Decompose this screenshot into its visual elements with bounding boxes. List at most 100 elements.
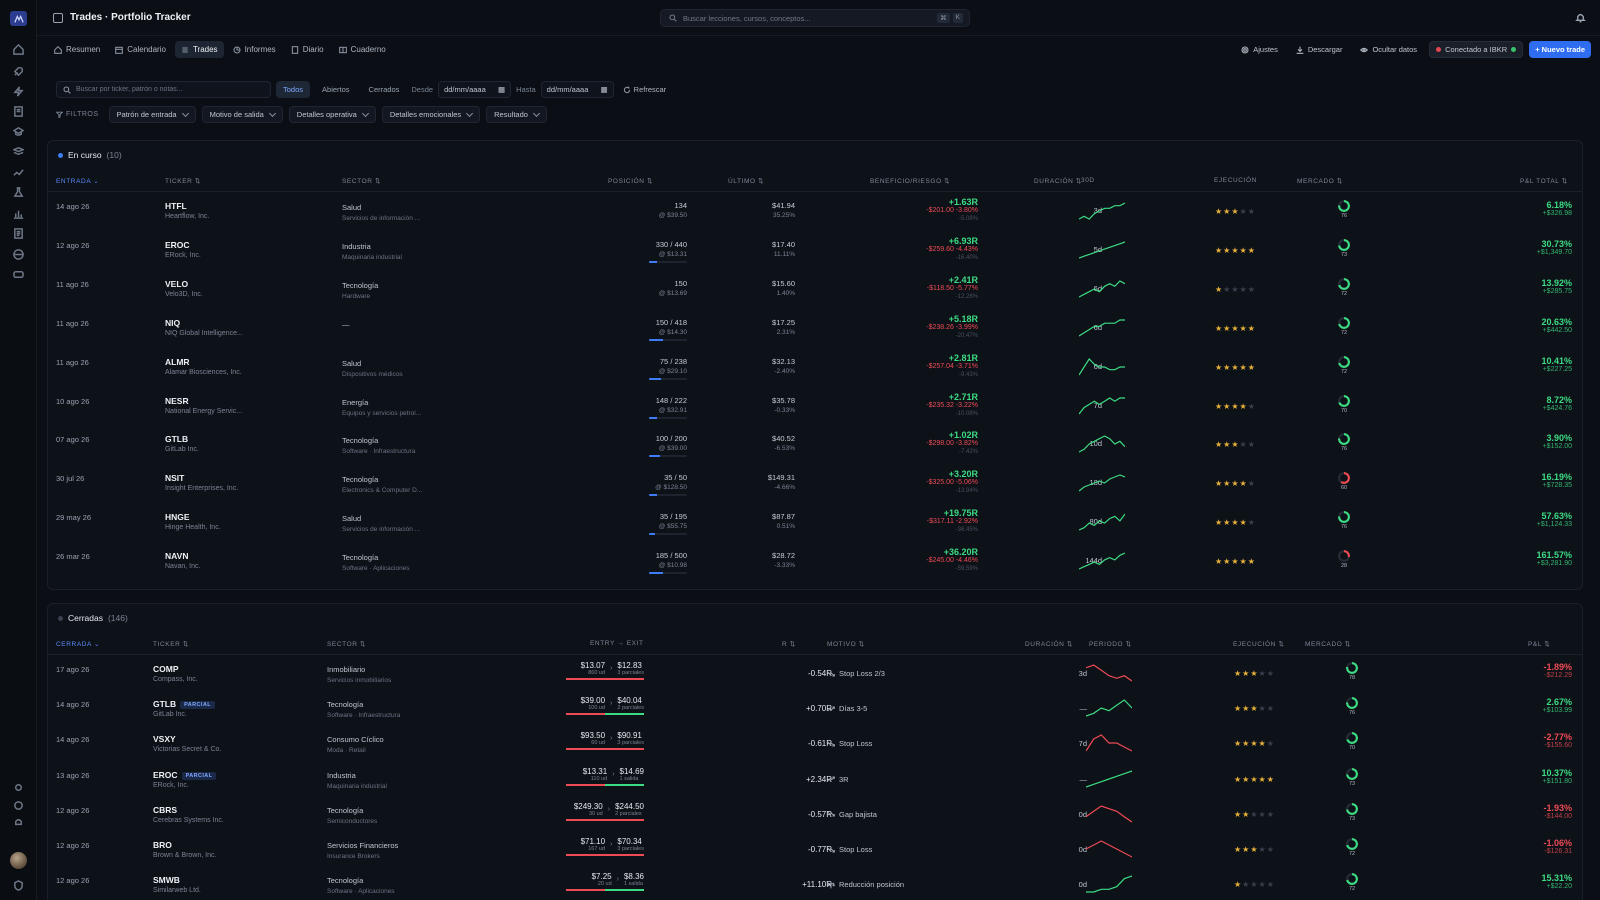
discord-icon[interactable] — [12, 268, 25, 281]
col-duracion[interactable]: DURACIÓN ⇅ — [1034, 177, 1082, 185]
segment-cerrados[interactable]: Cerrados — [362, 81, 407, 98]
ticker-cell[interactable]: GTLB GitLab Inc. — [165, 434, 199, 453]
ticker-cell[interactable]: ALMR Alamar Biosciences, Inc. — [165, 357, 242, 376]
ticker-cell[interactable]: CBRS Cerebras Systems Inc. — [153, 805, 224, 824]
trade-search[interactable] — [56, 81, 271, 98]
tab-trades[interactable]: Trades — [174, 41, 224, 58]
tab-informes[interactable]: Informes — [227, 41, 282, 58]
table-row[interactable]: 12 ago 26 EROC ERock, Inc. Industria Maqui… — [48, 232, 1582, 272]
col-duracion[interactable]: DURACIÓN ⇅ — [1025, 640, 1073, 648]
col-pnl[interactable]: P&L ⇅ — [1528, 640, 1550, 648]
col-ejecucion[interactable]: EJECUCIÓN ⇅ — [1233, 640, 1284, 648]
date-from-input[interactable]: dd/mm/aaaa ▦ — [438, 81, 512, 98]
new-trade-button[interactable]: + Nuevo trade — [1529, 41, 1591, 58]
table-row[interactable]: 14 ago 26 GTLB PARCIAL GitLab Inc. Tecnolo… — [48, 691, 1582, 731]
graduation-cap-icon[interactable] — [12, 125, 25, 138]
col-motivo[interactable]: MOTIVO ⇅ — [827, 640, 865, 648]
ticker-cell[interactable]: BRO Brown & Brown, Inc. — [153, 840, 216, 859]
ticker-cell[interactable]: VSXY Victorias Secret & Co. — [153, 734, 221, 753]
table-row[interactable]: 14 ago 26 HTFL Heartflow, Inc. Salud Servi… — [48, 193, 1582, 233]
ticker-cell[interactable]: NIQ NIQ Global Intelligence... — [165, 318, 243, 337]
trend-icon[interactable] — [12, 166, 25, 179]
col-sector[interactable]: SECTOR ⇅ — [342, 177, 381, 185]
col-ticker[interactable]: TICKER ⇅ — [165, 177, 201, 185]
ibkr-connection[interactable]: Conectado a IBKR — [1429, 41, 1524, 58]
ticker-cell[interactable]: NAVN Navan, Inc. — [165, 551, 200, 570]
search-input[interactable] — [683, 13, 943, 23]
ticker-cell[interactable]: EROC PARCIAL ERock, Inc. — [153, 770, 217, 789]
table-row[interactable]: 17 ago 26 COMP Compass, Inc. Inmobiliario… — [48, 656, 1582, 696]
app-logo[interactable] — [10, 11, 27, 26]
table-row[interactable]: 12 ago 26 CBRS Cerebras Systems Inc. Tecn… — [48, 797, 1582, 837]
tab-cuaderno[interactable]: Cuaderno — [333, 41, 392, 58]
notifications-button[interactable] — [1575, 12, 1586, 25]
table-row[interactable]: 14 ago 26 VSXY Victorias Secret & Co. Con… — [48, 726, 1582, 766]
ticker-cell[interactable]: NESR National Energy Servic... — [165, 396, 242, 415]
ticker-cell[interactable]: NSIT Insight Enterprises, Inc. — [165, 473, 238, 492]
col-sector[interactable]: SECTOR ⇅ — [327, 640, 366, 648]
sidebar-toggle-icon[interactable] — [53, 12, 63, 23]
ticker-cell[interactable]: HNGE Hinge Health, Inc. — [165, 512, 221, 531]
document-icon[interactable] — [12, 227, 25, 240]
col-ticker[interactable]: TICKER ⇅ — [153, 640, 189, 648]
ticker-cell[interactable]: EROC ERock, Inc. — [165, 240, 201, 259]
bar-chart-icon[interactable] — [12, 207, 25, 220]
table-row[interactable]: 30 jul 26 NSIT Insight Enterprises, Inc. … — [48, 465, 1582, 505]
table-row[interactable]: 10 ago 26 NESR National Energy Servic... … — [48, 388, 1582, 428]
col-ultimo[interactable]: ÚLTIMO ⇅ — [728, 177, 764, 185]
table-row[interactable]: 29 may 26 HNGE Hinge Health, Inc. Salud Se… — [48, 504, 1582, 544]
global-search[interactable]: ⌘K — [660, 9, 970, 27]
globe-icon[interactable] — [12, 248, 25, 261]
ticker-cell[interactable]: COMP Compass, Inc. — [153, 664, 198, 683]
avatar[interactable] — [10, 852, 27, 869]
col-posicion[interactable]: POSICIÓN ⇅ — [608, 177, 653, 185]
download-button[interactable]: Descargar — [1290, 41, 1349, 58]
trade-search-input[interactable] — [76, 86, 266, 93]
table-row[interactable]: 26 mar 26 NAVN Navan, Inc. Tecnología Soft… — [48, 543, 1582, 583]
table-row[interactable]: 07 ago 26 GTLB GitLab Inc. Tecnología Soft… — [48, 426, 1582, 466]
settings-icon[interactable] — [12, 781, 25, 794]
filter-result[interactable]: Resultado — [486, 106, 547, 123]
col-r[interactable]: R ⇅ — [782, 640, 796, 648]
filter-emotional-details[interactable]: Detalles emocionales — [381, 106, 481, 123]
pnl-percent: 161.57% — [1536, 550, 1572, 561]
col-mercado[interactable]: MERCADO ⇅ — [1297, 177, 1343, 185]
refresh-button[interactable]: Refrescar — [623, 85, 666, 94]
segment-todos[interactable]: Todos — [276, 81, 311, 98]
ticker-cell[interactable]: GTLB PARCIAL GitLab Inc. — [153, 699, 215, 718]
settings-button[interactable]: Ajustes — [1235, 41, 1284, 58]
table-row[interactable]: 12 ago 26 BRO Brown & Brown, Inc. Servici… — [48, 832, 1582, 872]
table-row[interactable]: 11 ago 26 NIQ NIQ Global Intelligence... … — [48, 310, 1582, 350]
filter-entry-pattern[interactable]: Patrón de entrada — [108, 106, 196, 123]
col-mercado[interactable]: MERCADO ⇅ — [1305, 640, 1351, 648]
ticker-cell[interactable]: VELO Velo3D, Inc. — [165, 279, 203, 298]
ticker-cell[interactable]: SMWB Similarweb Ltd. — [153, 875, 201, 894]
home-icon[interactable] — [12, 43, 25, 56]
tab-calendario[interactable]: Calendario — [109, 41, 172, 58]
tab-diario[interactable]: Diario — [285, 41, 330, 58]
bell-small-icon[interactable] — [12, 816, 25, 829]
table-row[interactable]: 11 ago 26 ALMR Alamar Biosciences, Inc. S… — [48, 349, 1582, 389]
rocket-icon[interactable] — [12, 65, 25, 78]
col-periodo[interactable]: PERIODO ⇅ — [1089, 640, 1132, 648]
layers-icon[interactable] — [12, 145, 25, 158]
lightning-icon[interactable] — [12, 85, 25, 98]
col-beneficio-riesgo[interactable]: BENEFICIO/RIESGO ⇅ — [870, 177, 950, 185]
flask-icon[interactable] — [12, 186, 25, 199]
info-icon[interactable] — [12, 799, 25, 812]
ticker-cell[interactable]: HTFL Heartflow, Inc. — [165, 201, 209, 220]
date-to-input[interactable]: dd/mm/aaaa ▦ — [540, 81, 614, 98]
col-pnl-total[interactable]: P&L TOTAL ⇅ — [1520, 177, 1568, 185]
filter-exit-reason[interactable]: Motivo de salida — [201, 106, 283, 123]
book-icon[interactable] — [12, 105, 25, 118]
hide-data-button[interactable]: Ocultar datos — [1354, 41, 1423, 58]
segment-abiertos[interactable]: Abiertos — [315, 81, 357, 98]
tab-resumen[interactable]: Resumen — [48, 41, 106, 58]
col-entrada[interactable]: ENTRADA ⌄ — [56, 177, 99, 185]
table-row[interactable]: 12 ago 26 SMWB Similarweb Ltd. Tecnología… — [48, 867, 1582, 900]
table-row[interactable]: 13 ago 26 EROC PARCIAL ERock, Inc. Industr… — [48, 762, 1582, 802]
table-row[interactable]: 11 ago 26 VELO Velo3D, Inc. Tecnología Har… — [48, 271, 1582, 311]
filter-operation-details[interactable]: Detalles operativa — [288, 106, 376, 123]
col-cerrada[interactable]: CERRADA ⌄ — [56, 640, 100, 648]
shield-icon[interactable] — [12, 879, 25, 892]
